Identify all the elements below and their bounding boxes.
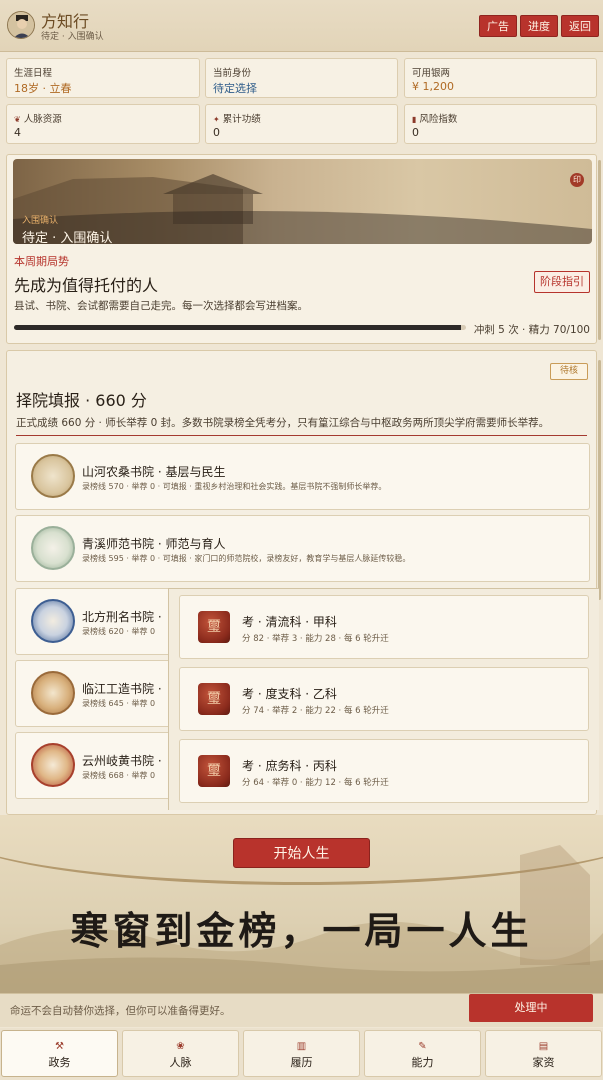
stat-label: 人脉资源 [23, 114, 62, 125]
panel-description: 正式成绩 660 分 · 师长举荐 0 封。多数书院录榜全凭考分，只有篁江综合与… [16, 417, 550, 429]
law-emblem-icon [31, 599, 75, 643]
goal-title: 先成为值得托付的人 [14, 276, 159, 295]
stat-value: 18岁 · 立春 [14, 82, 72, 95]
nav-item-ability[interactable]: ✎ 能力 [364, 1030, 481, 1077]
panel-title: 择院填报 · 660 分 [16, 391, 147, 410]
scrollbar[interactable] [598, 160, 601, 340]
nav-label: 人脉 [169, 1056, 192, 1069]
nav-label: 政务 [48, 1056, 71, 1069]
status-badge: 待核 [550, 363, 588, 380]
academy-name: 北方刑名书院 · [82, 610, 162, 624]
seal-stamp-icon: 璽 [198, 683, 230, 715]
week-label: 本周期局势 [14, 255, 69, 268]
avatar[interactable] [7, 11, 35, 39]
scrollbar[interactable] [598, 360, 601, 600]
people-icon: ❦ [14, 115, 21, 124]
stat-identity: 当前身份 待定选择 [205, 58, 398, 98]
academy-item[interactable]: 青溪师范书院 · 师范与育人 录榜线 595 · 举荐 0 · 可填报 · 家门… [15, 515, 590, 582]
back-button[interactable]: 返回 [561, 15, 599, 37]
academy-detail: 录榜线 620 · 举荐 0 [82, 627, 156, 636]
progress-button[interactable]: 进度 [520, 15, 558, 37]
stat-value: 4 [14, 126, 21, 139]
subject-option[interactable]: 璽 考 · 度支科 · 乙科 分 74 · 举荐 2 · 能力 22 · 每 6… [179, 667, 589, 731]
nav-item-resume[interactable]: ▥ 履历 [243, 1030, 360, 1077]
bottom-nav: ⚒ 政务 ❀ 人脉 ▥ 履历 ✎ 能力 ▤ 家资 [0, 1028, 603, 1080]
academy-name: 临江工造书院 · [82, 682, 162, 696]
footer-bar: 命运不会自动替你选择，但你可以准备得更好。 处理中 [0, 993, 603, 1027]
academy-detail: 录榜线 668 · 举荐 0 [82, 771, 156, 780]
academy-name: 云州岐黄书院 · [82, 754, 162, 768]
academy-detail: 录榜线 570 · 举荐 0 · 可填报 · 重视乡村治理和社会实践。基层书院不… [82, 482, 387, 491]
subject-name: 考 · 度支科 · 乙科 [242, 687, 337, 701]
stat-label: 生涯日程 [14, 68, 53, 79]
crossed-tools-icon: ⚒ [55, 1041, 64, 1052]
seal-stamp-icon: 璽 [198, 611, 230, 643]
energy-progress-bar [14, 325, 466, 330]
stat-value: 0 [213, 126, 220, 139]
nav-label: 能力 [411, 1056, 434, 1069]
subject-detail: 分 82 · 举荐 3 · 能力 28 · 每 6 轮升迁 [242, 634, 389, 644]
top-bar: 方知行 待定 · 入围确认 广告 进度 返回 [0, 0, 603, 52]
seal-stamp-icon: 璽 [198, 755, 230, 787]
stat-value: 0 [412, 126, 419, 139]
nav-item-connections[interactable]: ❀ 人脉 [122, 1030, 239, 1077]
stat-risk: ▮ 风险指数 0 [404, 104, 597, 144]
banner-title: 待定 · 入围确认 [22, 231, 113, 244]
academy-detail: 录榜线 595 · 举荐 0 · 可填报 · 家门口的师范院校，录榜友好，教育学… [82, 554, 411, 563]
academy-name: 青溪师范书院 · 师范与育人 [82, 537, 226, 551]
stat-label: 可用银两 [412, 68, 451, 79]
stat-label: 风险指数 [419, 114, 458, 125]
stage-banner: 入围确认 待定 · 入围确认 印 [13, 159, 592, 244]
processing-button[interactable]: 处理中 [469, 994, 593, 1022]
stat-value: ¥ 1,200 [412, 80, 454, 93]
divider [16, 435, 587, 436]
subject-name: 考 · 庶务科 · 丙科 [242, 759, 337, 773]
medicine-emblem-icon [31, 743, 75, 787]
progress-fill [14, 325, 462, 330]
stage-description: 县试、书院、会试都需要自己走完。每一次选择都会写进档案。 [14, 300, 308, 312]
workshop-emblem-icon [31, 671, 75, 715]
nav-item-affairs[interactable]: ⚒ 政务 [1, 1030, 118, 1077]
stat-silver: 可用银两 ¥ 1,200 [404, 58, 597, 98]
warning-icon: ▮ [412, 115, 417, 124]
subject-detail: 分 64 · 举荐 0 · 能力 12 · 每 6 轮升迁 [242, 778, 389, 788]
subject-name: 考 · 清流科 · 甲科 [242, 615, 337, 629]
stat-career-date: 生涯日程 18岁 · 立春 [6, 58, 200, 98]
subject-dropdown: 璽 考 · 清流科 · 甲科 分 82 · 举荐 3 · 能力 28 · 每 6… [168, 588, 599, 810]
stat-connections: ❦ 人脉资源 4 [6, 104, 200, 144]
agriculture-emblem-icon [31, 454, 75, 498]
people-icon: ❀ [176, 1041, 185, 1052]
ad-button[interactable]: 广告 [479, 15, 517, 37]
book-icon: ▤ [538, 1041, 549, 1052]
stage-guide-button[interactable]: 阶段指引 [534, 271, 590, 293]
scroll-icon: ▥ [296, 1041, 307, 1052]
subject-option[interactable]: 璽 考 · 庶务科 · 丙科 分 64 · 举荐 0 · 能力 12 · 每 6… [179, 739, 589, 803]
medal-icon: ✦ [213, 115, 220, 124]
banner-tag: 入围确认 [22, 216, 59, 226]
stat-value: 待定选择 [213, 82, 257, 95]
pagoda-emblem-icon [31, 526, 75, 570]
academy-item[interactable]: 山河农桑书院 · 基层与民生 录榜线 570 · 举荐 0 · 可填报 · 重视… [15, 443, 590, 510]
academy-detail: 录榜线 645 · 举荐 0 [82, 699, 156, 708]
progress-text: 冲刺 5 次 · 精力 70/100 [473, 324, 590, 336]
nav-label: 履历 [290, 1056, 313, 1069]
player-status: 待定 · 入围确认 [41, 32, 104, 42]
subject-option[interactable]: 璽 考 · 清流科 · 甲科 分 82 · 举荐 3 · 能力 28 · 每 6… [179, 595, 589, 659]
stat-label: 当前身份 [213, 68, 252, 79]
stage-card: 入围确认 待定 · 入围确认 印 本周期局势 先成为值得托付的人 阶段指引 县试… [6, 154, 597, 344]
stat-merit: ✦ 累计功绩 0 [205, 104, 398, 144]
brush-icon: ✎ [418, 1041, 427, 1052]
seal-icon: 印 [570, 173, 584, 187]
footer-note: 命运不会自动替你选择，但你可以准备得更好。 [10, 1005, 231, 1017]
subject-detail: 分 74 · 举荐 2 · 能力 22 · 每 6 轮升迁 [242, 706, 389, 716]
nav-label: 家资 [532, 1056, 555, 1069]
start-life-button[interactable]: 开始人生 [233, 838, 370, 868]
portrait-icon [8, 12, 34, 38]
slogan: 寒窗到金榜，一局一人生 [70, 908, 533, 953]
stat-label: 累计功绩 [222, 114, 261, 125]
nav-item-assets[interactable]: ▤ 家资 [485, 1030, 602, 1077]
academy-name: 山河农桑书院 · 基层与民生 [82, 465, 226, 479]
